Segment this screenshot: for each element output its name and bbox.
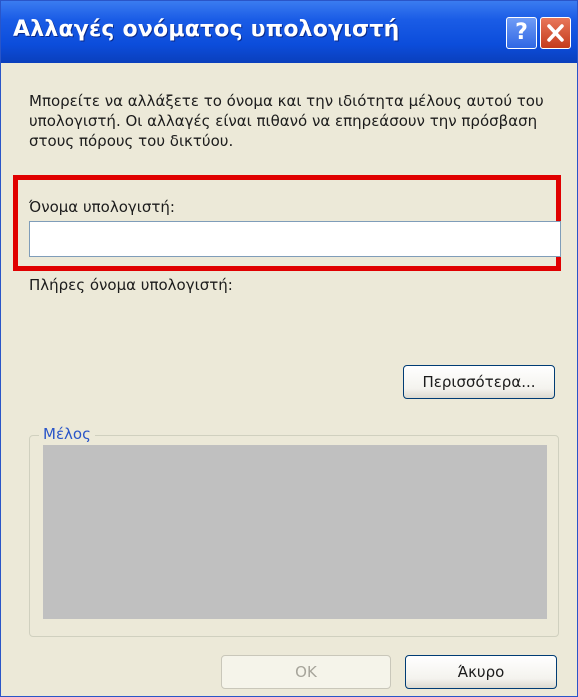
window-title: Αλλαγές ονόματος υπολογιστή [13,17,400,42]
description-text: Μπορείτε να αλλάξετε το όνομα και την ιδ… [29,92,544,150]
more-button[interactable]: Περισσότερα... [403,365,555,399]
cancel-button[interactable]: Άκυρο [405,655,557,689]
full-computer-name-label: Πλήρες όνομα υπολογιστή: [29,276,233,294]
member-of-content [43,445,547,619]
close-icon [547,24,564,42]
title-bar[interactable]: Αλλαγές ονόματος υπολογιστή ? [1,1,577,63]
member-of-label: Μέλος [39,425,95,443]
computer-name-changes-dialog: Αλλαγές ονόματος υπολογιστή ? Μπορείτε ν… [0,0,578,697]
ok-button[interactable]: ΟΚ [221,655,391,689]
dialog-body: Μπορείτε να αλλάξετε το όνομα και την ιδ… [1,63,577,696]
computer-name-input[interactable] [29,221,561,257]
help-button[interactable]: ? [506,17,537,49]
close-button[interactable] [540,17,571,49]
computer-name-label: Όνομα υπολογιστή: [29,198,175,216]
